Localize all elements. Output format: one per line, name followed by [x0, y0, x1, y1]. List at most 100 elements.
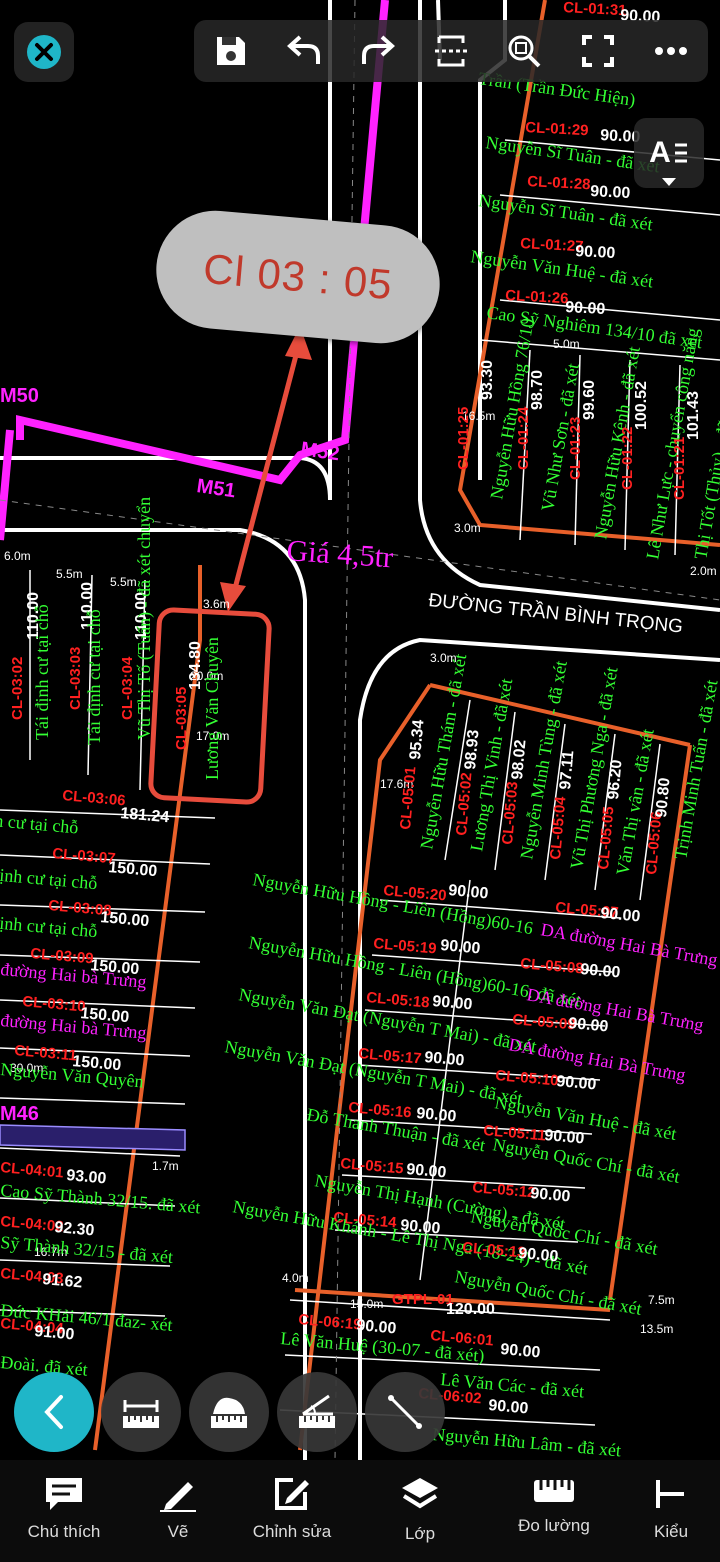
lot-area: 90.80 [653, 777, 673, 818]
undo-button[interactable] [279, 26, 329, 76]
lot-id: CL-01:26 [505, 287, 569, 307]
lot-owner: Tái định cư tại chỗ [32, 604, 52, 740]
lot-area: 90.00 [590, 183, 631, 202]
lot-area: 90.00 [600, 905, 641, 925]
close-button[interactable] [14, 22, 74, 82]
zoom-icon [508, 35, 541, 68]
lot-area: 99.60 [581, 380, 598, 420]
tab-annotate-label: Chú thích [27, 1522, 101, 1541]
lot-area: 90.00 [448, 882, 489, 902]
save-button[interactable] [206, 26, 256, 76]
measure-angle-icon [299, 1394, 335, 1428]
measure-area-button[interactable] [189, 1372, 269, 1452]
lot-area: 90.00 [575, 243, 616, 262]
lot-area: 96.20 [605, 759, 625, 800]
lot-area: 95.34 [407, 719, 427, 760]
lot-owner: Vũ Thị Tố (Tuấn) - đã xét chuyển [134, 497, 155, 740]
layers-icon [402, 1478, 438, 1509]
ruler-icon [534, 1480, 574, 1502]
lot-area: 98.93 [462, 729, 482, 770]
lot-area: 90.00 [580, 961, 621, 981]
crop-icon [434, 35, 467, 67]
dimension-label: 5.0m [553, 337, 580, 351]
measure-distance-button[interactable] [101, 1372, 181, 1452]
lot-area: 93.00 [66, 1167, 107, 1187]
bottom-nav: Chú thích Vẽ Chỉnh sửa Lớp Đo lường Kiểu [0, 1460, 720, 1562]
text-toggle-label: A [649, 136, 671, 169]
tab-style[interactable]: Kiểu [624, 1460, 720, 1562]
tab-annotate[interactable]: Chú thích [0, 1460, 128, 1562]
lot-area: 90.00 [500, 1341, 541, 1361]
marker-m50: M50 [0, 385, 39, 407]
zoom-button[interactable] [499, 26, 549, 76]
lot-area: 90.00 [424, 1049, 465, 1069]
lot-id: CL-01:29 [525, 119, 589, 139]
callout-text: Cl 03 : 05 [201, 244, 395, 309]
line-tool-button[interactable] [365, 1372, 445, 1452]
lot-area: 90.00 [440, 937, 481, 957]
style-icon [656, 1480, 684, 1508]
dimension-label: 13.5m [640, 1322, 673, 1336]
lot-id: CL-01:23 [567, 417, 584, 480]
tab-style-label: Kiểu [654, 1522, 689, 1541]
lot-area: 98.02 [509, 739, 529, 780]
tab-layers[interactable]: Lớp [356, 1460, 484, 1562]
more-button[interactable] [646, 26, 696, 76]
lot-area: 97.11 [557, 750, 577, 791]
lot-id: CL-01:25 [455, 407, 472, 470]
more-icon [655, 47, 688, 55]
lot-area: 100.52 [633, 381, 650, 430]
dimension-label: 4.0m [282, 1271, 309, 1285]
lot-owner: Lương Văn Chuyên [202, 637, 222, 780]
tab-measure-label: Đo lường [518, 1516, 590, 1535]
lot-area: 93.30 [479, 360, 496, 400]
lot-id: GTPL-01 [392, 1291, 454, 1308]
tab-edit-label: Chỉnh sửa [252, 1522, 332, 1541]
lot-area: 90.00 [568, 1015, 609, 1035]
measure-area-icon [211, 1397, 247, 1428]
lot-id: CL-01:31 [563, 0, 627, 19]
lot-area: 90.00 [406, 1161, 447, 1181]
dimension-label: 3.6m [203, 597, 230, 611]
lot-area: 90.00 [416, 1105, 457, 1125]
lot-area: 90.00 [488, 1397, 529, 1417]
back-button[interactable] [14, 1372, 94, 1452]
text-toggle-button[interactable]: A [634, 118, 704, 188]
tab-draw[interactable]: Vẽ [128, 1460, 228, 1562]
tab-edit[interactable]: Chỉnh sửa [228, 1460, 356, 1562]
text-lines-icon [674, 143, 687, 163]
tab-layers-label: Lớp [404, 1524, 436, 1543]
measure-angle-button[interactable] [277, 1372, 357, 1452]
dimension-label: 7.5m [648, 1293, 675, 1307]
edit-icon [275, 1478, 309, 1510]
lot-id: CL-01:21 [671, 437, 688, 500]
tab-draw-label: Vẽ [167, 1522, 189, 1541]
dimension-label: 5.5m [56, 567, 83, 581]
save-icon [216, 37, 245, 65]
dimension-label: 15.0m [350, 1297, 383, 1311]
lot-area: 120.00 [446, 1301, 495, 1318]
close-icon [27, 35, 61, 69]
lot-area: 90.00 [518, 1245, 559, 1265]
dimension-label: 2.0m [690, 564, 717, 578]
lot-id: CL-03:03 [67, 647, 84, 710]
redo-icon [361, 35, 395, 64]
lot-area: 91.00 [34, 1323, 75, 1343]
lot-id: CL-01:22 [619, 427, 636, 490]
dimension-label: 5.5m [110, 575, 137, 589]
redo-button[interactable] [353, 26, 403, 76]
lot-area: 91.62 [42, 1271, 83, 1291]
lot-area: 101.43 [685, 391, 702, 440]
fullscreen-button[interactable] [573, 26, 623, 76]
cad-drawing[interactable]: Giá 4,5tr ĐƯỜNG TRẦN BÌNH TRỌNG M50 M51 … [0, 0, 720, 1460]
lot-id: CL-01:28 [527, 173, 591, 193]
crop-button[interactable] [426, 26, 476, 76]
comment-icon [46, 1478, 82, 1510]
undo-icon [287, 35, 321, 64]
back-icon [44, 1395, 63, 1429]
lot-id: CL-03:05 [173, 687, 190, 750]
fullscreen-icon [581, 35, 614, 67]
lot-area: 98.70 [529, 370, 546, 410]
tab-measure[interactable]: Đo lường [484, 1460, 624, 1562]
lot-id: CL-01:24 [515, 406, 532, 470]
